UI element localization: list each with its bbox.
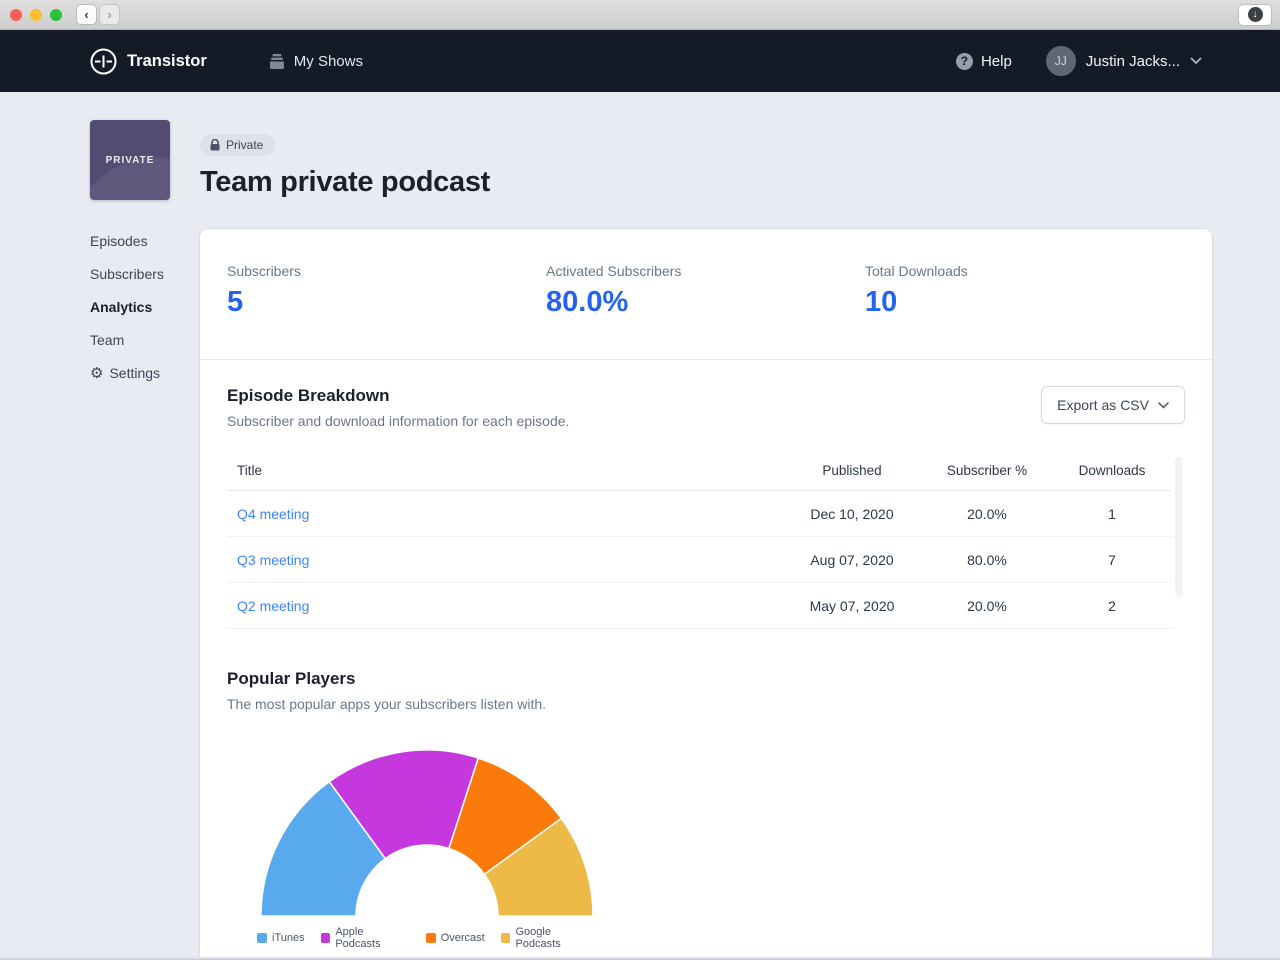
- column-header-published: Published: [782, 451, 922, 491]
- app-navbar: Transistor My Shows ? Help JJ Justin Jac…: [0, 30, 1280, 92]
- episode-link[interactable]: Q4 meeting: [237, 506, 309, 522]
- private-badge: Private: [200, 134, 275, 156]
- transistor-logo-icon: [90, 48, 117, 75]
- traffic-lights: [10, 9, 62, 21]
- legend-label: Overcast: [441, 932, 485, 944]
- my-shows-label: My Shows: [294, 53, 363, 70]
- popular-players-subtitle: The most popular apps your subscribers l…: [227, 696, 1185, 712]
- page-body: PRIVATE Episodes Subscribers Analytics T…: [0, 92, 1280, 960]
- stat-value: 5: [227, 286, 546, 319]
- user-menu[interactable]: JJ Justin Jacks...: [1046, 46, 1202, 76]
- brand-home-link[interactable]: Transistor: [90, 48, 207, 75]
- column-header-title: Title: [227, 451, 782, 491]
- brand-name: Transistor: [127, 52, 207, 71]
- private-badge-label: Private: [226, 138, 263, 152]
- stat-label: Subscribers: [227, 263, 546, 279]
- artwork-label: PRIVATE: [106, 155, 155, 166]
- cell-published: Aug 07, 2020: [782, 537, 922, 583]
- user-name: Justin Jacks...: [1086, 53, 1180, 70]
- stat-value: 80.0%: [546, 286, 865, 319]
- sidebar-item-episodes[interactable]: Episodes: [90, 233, 200, 249]
- column-header-downloads: Downloads: [1052, 451, 1172, 491]
- sidebar-item-subscribers[interactable]: Subscribers: [90, 266, 200, 282]
- gear-icon: ⚙: [90, 366, 103, 381]
- episode-breakdown-section: Episode Breakdown Subscriber and downloa…: [200, 360, 1212, 629]
- chart-legend: iTunes Apple Podcasts Overcast Google Podca…: [257, 926, 597, 950]
- help-icon: ?: [956, 53, 973, 70]
- table-scrollbar[interactable]: [1175, 457, 1183, 597]
- episode-table: Title Published Subscriber % Downloads Q…: [227, 451, 1172, 629]
- sidebar-item-analytics[interactable]: Analytics: [90, 299, 200, 315]
- stat-total-downloads: Total Downloads 10: [865, 263, 1184, 319]
- legend-swatch: [321, 933, 331, 943]
- shows-archive-icon: [269, 54, 285, 69]
- table-row: Q2 meeting May 07, 2020 20.0% 2: [227, 583, 1172, 629]
- lock-icon: [210, 139, 220, 151]
- popular-players-title: Popular Players: [227, 669, 1185, 689]
- browser-back-button[interactable]: ‹: [76, 4, 97, 25]
- legend-item: iTunes: [257, 926, 305, 950]
- export-csv-label: Export as CSV: [1057, 397, 1149, 413]
- settings-label: Settings: [109, 365, 160, 381]
- stat-label: Activated Subscribers: [546, 263, 865, 279]
- avatar: JJ: [1046, 46, 1076, 76]
- download-icon: ↓: [1248, 7, 1263, 22]
- episode-link[interactable]: Q2 meeting: [237, 598, 309, 614]
- episode-breakdown-title: Episode Breakdown: [227, 386, 569, 406]
- cell-downloads: 1: [1052, 491, 1172, 537]
- cell-subscriber-pct: 20.0%: [922, 491, 1052, 537]
- close-window-button[interactable]: [10, 9, 22, 21]
- stat-label: Total Downloads: [865, 263, 1184, 279]
- cell-downloads: 7: [1052, 537, 1172, 583]
- stat-activated-subscribers: Activated Subscribers 80.0%: [546, 263, 865, 319]
- zoom-window-button[interactable]: [50, 9, 62, 21]
- table-header-row: Title Published Subscriber % Downloads: [227, 451, 1172, 491]
- half-donut-chart: [257, 748, 597, 918]
- legend-swatch: [501, 933, 511, 943]
- cell-subscriber-pct: 80.0%: [922, 537, 1052, 583]
- legend-swatch: [426, 933, 436, 943]
- downloads-button[interactable]: ↓: [1238, 4, 1272, 26]
- help-link[interactable]: ? Help: [956, 53, 1012, 70]
- page-title: Team private podcast: [200, 166, 1212, 199]
- show-artwork[interactable]: PRIVATE: [90, 120, 170, 200]
- episode-breakdown-subtitle: Subscriber and download information for …: [227, 413, 569, 429]
- legend-label: Apple Podcasts: [335, 926, 409, 950]
- export-csv-button[interactable]: Export as CSV: [1041, 386, 1185, 424]
- table-row: Q3 meeting Aug 07, 2020 80.0% 7: [227, 537, 1172, 583]
- episode-link[interactable]: Q3 meeting: [237, 552, 309, 568]
- cell-published: Dec 10, 2020: [782, 491, 922, 537]
- browser-forward-button[interactable]: ›: [99, 4, 120, 25]
- legend-swatch: [257, 933, 267, 943]
- chevron-down-icon: [1158, 402, 1169, 409]
- sidebar-item-settings[interactable]: ⚙ Settings: [90, 365, 200, 381]
- main-content: Private Team private podcast Subscribers…: [200, 120, 1212, 960]
- legend-item: Overcast: [426, 926, 485, 950]
- legend-label: iTunes: [272, 932, 305, 944]
- stats-row: Subscribers 5 Activated Subscribers 80.0…: [200, 229, 1212, 360]
- legend-item: Google Podcasts: [501, 926, 597, 950]
- help-label: Help: [981, 53, 1012, 70]
- my-shows-link[interactable]: My Shows: [269, 53, 363, 70]
- minimize-window-button[interactable]: [30, 9, 42, 21]
- episode-table-wrap: Title Published Subscriber % Downloads Q…: [227, 451, 1172, 629]
- cell-subscriber-pct: 20.0%: [922, 583, 1052, 629]
- popular-players-section: Popular Players The most popular apps yo…: [200, 629, 1212, 960]
- show-sidebar: PRIVATE Episodes Subscribers Analytics T…: [90, 120, 200, 960]
- cell-published: May 07, 2020: [782, 583, 922, 629]
- window-titlebar: ‹ › ↓: [0, 0, 1280, 30]
- sidebar-item-team[interactable]: Team: [90, 332, 200, 348]
- show-nav: Episodes Subscribers Analytics Team ⚙ Se…: [90, 233, 200, 381]
- popular-players-chart: iTunes Apple Podcasts Overcast Google Podca…: [257, 748, 597, 950]
- stat-value: 10: [865, 286, 1184, 319]
- chevron-down-icon: [1190, 57, 1202, 65]
- cell-downloads: 2: [1052, 583, 1172, 629]
- legend-item: Apple Podcasts: [321, 926, 410, 950]
- legend-label: Google Podcasts: [515, 926, 597, 950]
- table-row: Q4 meeting Dec 10, 2020 20.0% 1: [227, 491, 1172, 537]
- analytics-card: Subscribers 5 Activated Subscribers 80.0…: [200, 229, 1212, 960]
- column-header-subscriber-pct: Subscriber %: [922, 451, 1052, 491]
- stat-subscribers: Subscribers 5: [227, 263, 546, 319]
